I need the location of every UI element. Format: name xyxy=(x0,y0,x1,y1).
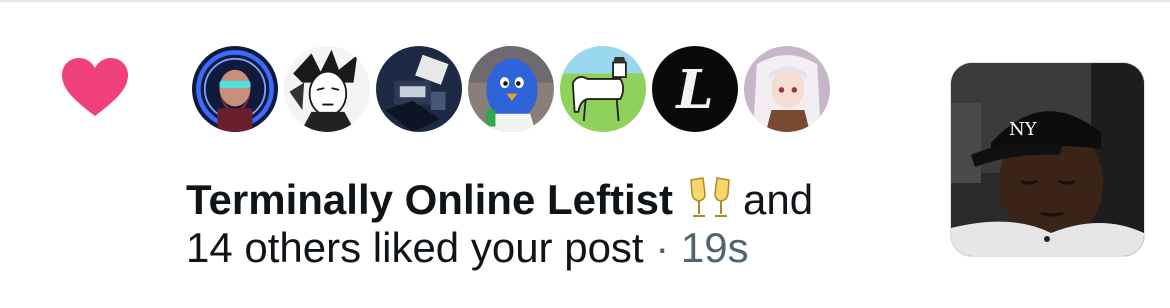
heart-icon xyxy=(62,58,128,116)
avatar[interactable] xyxy=(372,42,466,136)
avatar-letter: L xyxy=(674,58,713,121)
avatar[interactable] xyxy=(188,42,282,136)
avatar[interactable] xyxy=(740,42,834,136)
notification-summary: 14 others liked your post xyxy=(186,224,644,271)
svg-text:NY: NY xyxy=(1009,119,1038,140)
notification-item[interactable]: L Terminally Online Leftist and 14 others… xyxy=(0,0,1170,308)
notification-line-1: Terminally Online Leftist and xyxy=(186,176,886,224)
avatar[interactable] xyxy=(280,42,374,136)
actor-name[interactable]: Terminally Online Leftist xyxy=(186,176,673,223)
text-connector: and xyxy=(742,176,814,223)
notification-line-2: 14 others liked your post · 19s xyxy=(186,224,886,272)
notification-text[interactable]: Terminally Online Leftist and 14 others l… xyxy=(186,176,886,272)
post-thumbnail[interactable]: NY xyxy=(950,62,1145,257)
avatar[interactable] xyxy=(556,42,650,136)
separator-dot: · xyxy=(655,224,681,271)
divider xyxy=(0,0,1170,2)
avatar[interactable] xyxy=(464,42,558,136)
champagne-glasses-icon xyxy=(690,177,730,217)
avatar[interactable]: L xyxy=(648,42,742,136)
timestamp: 19s xyxy=(680,224,749,271)
